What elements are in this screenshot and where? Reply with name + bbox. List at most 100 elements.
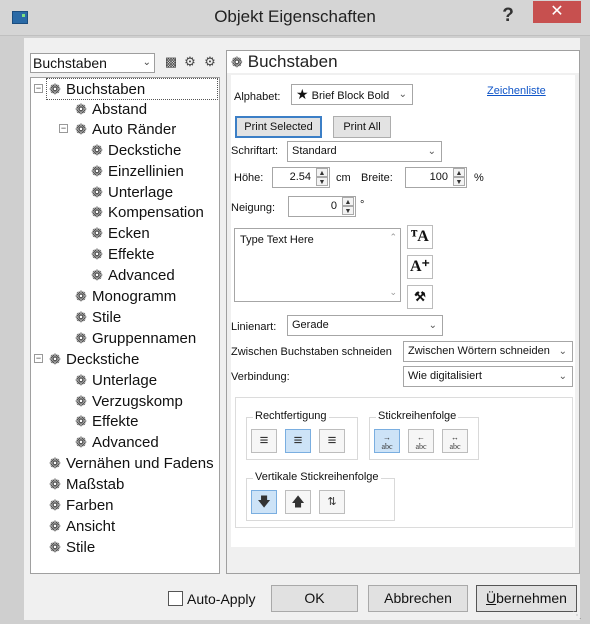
gear-icon: ❁: [49, 497, 61, 513]
collapse-toggle[interactable]: −: [34, 84, 43, 93]
gear-icon: ❁: [75, 413, 87, 429]
tree-item-stile[interactable]: ❁ Stile: [73, 307, 121, 327]
scroll-up-icon[interactable]: ⌃: [389, 232, 397, 243]
tree-item-label: Stile: [66, 539, 96, 556]
stickreihenfolge-group: Stickreihenfolge → abc ← abc ↔ abc: [369, 410, 479, 460]
abbrechen-button[interactable]: Abbrechen: [368, 585, 468, 612]
tools-icon[interactable]: ⚒: [407, 285, 433, 309]
neigung-field[interactable]: 0 ▲ ▼: [288, 196, 356, 217]
breite-label: Breite:: [361, 172, 393, 184]
tree-toolbar: Buchstaben ⌄ ▩ ⚙ ⚙: [24, 50, 220, 74]
schriftart-select[interactable]: Standard ⌄: [287, 141, 442, 162]
tree-item-deckstiche-root[interactable]: ❁ Deckstiche: [47, 349, 139, 369]
align-left-icon[interactable]: ≡: [251, 429, 277, 453]
sew-left-to-right-icon[interactable]: → abc: [374, 429, 400, 453]
tree-item-auto-raender[interactable]: ❁ Auto Ränder: [73, 119, 176, 139]
auto-apply-checkbox[interactable]: [168, 591, 183, 606]
neigung-unit: °: [360, 199, 365, 211]
breite-value: 100: [429, 171, 448, 183]
tree-item-monogramm[interactable]: ❁ Monogramm: [73, 286, 176, 306]
help-button[interactable]: ?: [494, 2, 522, 30]
tree-item-effekte[interactable]: ❁ Effekte: [89, 244, 154, 264]
panel-content: Alphabet: ★ Brief Block Bold ⌄ Zeichenli…: [231, 75, 575, 547]
tree-item-label: Stile: [92, 309, 122, 326]
close-button[interactable]: ✕: [533, 1, 581, 23]
alphabet-label: Alphabet:: [234, 91, 281, 103]
collapse-toggle[interactable]: −: [34, 354, 43, 363]
print-all-button[interactable]: Print All: [333, 116, 391, 138]
tree-item-buchstaben[interactable]: ❁ Buchstaben: [46, 78, 218, 100]
sew-right-to-left-icon[interactable]: ← abc: [408, 429, 434, 453]
tree-item-unterlage[interactable]: ❁ Unterlage: [73, 370, 157, 390]
gear-tree-icon[interactable]: ⚙: [202, 54, 218, 70]
zeichenliste-link[interactable]: Zeichenliste: [487, 85, 546, 97]
chevron-down-icon: ⌄: [428, 320, 437, 331]
uebernehmen-accesskey: Ü: [486, 590, 497, 606]
properties-panel: ❁ Buchstaben Alphabet: ★ Brief Block Bold…: [226, 50, 580, 574]
panel-header: ❁ Buchstaben: [227, 51, 579, 73]
tree-item-kompensation[interactable]: ❁ Kompensation: [89, 202, 204, 222]
tree-item-abstand[interactable]: ❁ Abstand: [73, 99, 147, 119]
zwischen-select[interactable]: Zwischen Wörtern schneiden ⌄: [403, 341, 573, 362]
hoehe-value: 2.54: [289, 171, 311, 183]
tree-item-label: Abstand: [92, 101, 148, 118]
vertical-center-icon[interactable]: ⇅: [319, 490, 345, 514]
verbindung-select[interactable]: Wie digitalisiert ⌄: [403, 366, 573, 387]
ok-button[interactable]: OK: [271, 585, 358, 612]
tree-item-label: Maßstab: [66, 476, 125, 493]
tree-item-label: Vernähen und Fadens: [66, 455, 214, 472]
chevron-down-icon: ⌄: [398, 89, 407, 100]
alphabet-select[interactable]: ★ Brief Block Bold ⌄: [291, 84, 413, 105]
tree-item-label: Ecken: [108, 225, 150, 242]
linienart-select[interactable]: Gerade ⌄: [287, 315, 443, 336]
print-selected-button[interactable]: Print Selected: [235, 116, 322, 138]
category-combo[interactable]: Buchstaben ⌄: [30, 53, 155, 73]
tree-item-gruppennamen[interactable]: ❁ Gruppennamen: [73, 328, 196, 348]
tree-item-effekte[interactable]: ❁ Effekte: [73, 411, 138, 431]
breite-stepper[interactable]: ▲ ▼: [453, 168, 465, 187]
schriftart-label: Schriftart:: [231, 145, 279, 157]
tree-item-massstab[interactable]: ❁ Maßstab: [47, 474, 124, 494]
gear-icon: ❁: [75, 101, 87, 117]
breite-field[interactable]: 100 ▲ ▼: [405, 167, 467, 188]
gear-icon: ❁: [75, 330, 87, 346]
collapse-toggle[interactable]: −: [59, 124, 68, 133]
hoehe-stepper[interactable]: ▲ ▼: [316, 168, 328, 187]
tree-item-verzugskomp[interactable]: ❁ Verzugskomp: [73, 391, 183, 411]
save-icon[interactable]: ▩: [163, 54, 179, 70]
align-right-icon[interactable]: ≡: [319, 429, 345, 453]
tree-item-label: Einzellinien: [108, 163, 184, 180]
gear-pair-icon[interactable]: ⚙: [182, 54, 198, 70]
tree-item-label: Effekte: [92, 413, 139, 430]
neigung-label: Neigung:: [231, 202, 276, 214]
arrow-up-icon[interactable]: 🡅: [285, 490, 311, 514]
vertikale-group: Vertikale Stickreihenfolge 🡇 🡅 ⇅: [246, 471, 395, 521]
tree-item-stile-root[interactable]: ❁ Stile: [47, 537, 95, 557]
tree-item-einzellinien[interactable]: ❁ Einzellinien: [89, 161, 184, 181]
scroll-down-icon[interactable]: ⌄: [389, 287, 397, 298]
tree-item-vernaehen[interactable]: ❁ Vernähen und Fadens: [47, 453, 214, 473]
tree-item-advanced[interactable]: ❁ Advanced: [73, 432, 159, 452]
uebernehmen-button[interactable]: Übernehmen: [476, 585, 577, 612]
neigung-stepper[interactable]: ▲ ▼: [342, 197, 354, 216]
tree-item-unterlage[interactable]: ❁ Unterlage: [89, 182, 173, 202]
align-center-icon[interactable]: ≡: [285, 429, 311, 453]
tree-item-advanced[interactable]: ❁ Advanced: [89, 265, 175, 285]
gear-icon: ❁: [75, 434, 87, 450]
tree-item-farben[interactable]: ❁ Farben: [47, 495, 113, 515]
resize-grip-icon[interactable]: ⋱: [572, 610, 582, 621]
font-size-icon[interactable]: A⁺: [407, 255, 433, 279]
sew-center-out-icon[interactable]: ↔ abc: [442, 429, 468, 453]
font-increase-icon[interactable]: ᵀA: [407, 225, 433, 249]
tree-item-ecken[interactable]: ❁ Ecken: [89, 223, 150, 243]
text-input[interactable]: Type Text Here ⌃ ⌄: [234, 228, 401, 302]
tree-item-deckstiche[interactable]: ❁ Deckstiche: [89, 140, 181, 160]
hoehe-unit: cm: [336, 172, 351, 184]
schriftart-value: Standard: [292, 145, 337, 157]
gear-icon: ❁: [91, 225, 103, 241]
tree-item-ansicht[interactable]: ❁ Ansicht: [47, 516, 115, 536]
gear-icon: ❁: [91, 204, 103, 220]
hoehe-field[interactable]: 2.54 ▲ ▼: [272, 167, 330, 188]
arrow-down-icon[interactable]: 🡇: [251, 490, 277, 514]
property-tree[interactable]: − ❁ Buchstaben ❁ Abstand − ❁ Auto Ränder ❁ D…: [30, 77, 220, 574]
